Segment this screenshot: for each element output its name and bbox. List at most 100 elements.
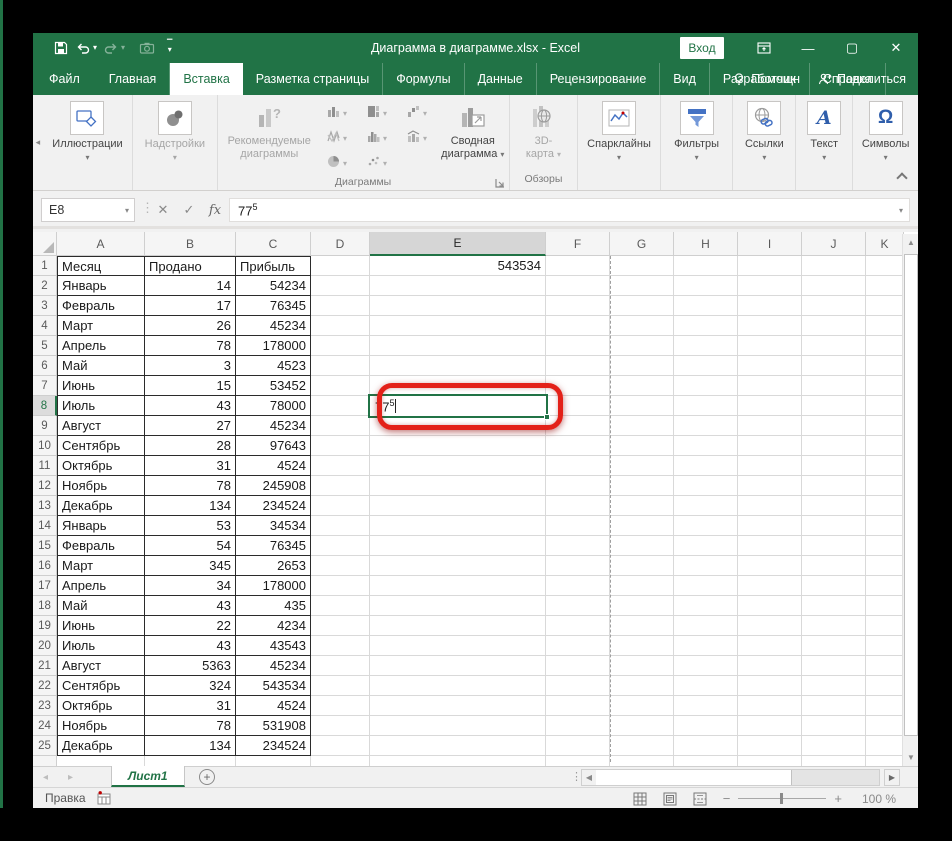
cell-K7[interactable] (866, 376, 904, 396)
cell-C9[interactable]: 45234 (236, 416, 311, 436)
cell-I24[interactable] (738, 716, 802, 736)
cell-G10[interactable] (610, 436, 674, 456)
cell-G4[interactable] (610, 316, 674, 336)
cell-C16[interactable]: 2653 (236, 556, 311, 576)
cell-E12[interactable] (370, 476, 546, 496)
cell-H8[interactable] (674, 396, 738, 416)
tab-2[interactable]: Вставка (170, 63, 243, 95)
cell-D8[interactable] (311, 396, 370, 416)
save-icon[interactable] (53, 40, 69, 56)
cell-D25[interactable] (311, 736, 370, 756)
row-header-17[interactable]: 17 (33, 576, 57, 596)
cell-K19[interactable] (866, 616, 904, 636)
row-header-6[interactable]: 6 (33, 356, 57, 376)
cell-G15[interactable] (610, 536, 674, 556)
cell-C25[interactable]: 234524 (236, 736, 311, 756)
sheet-nav-right-icon[interactable]: ▸ (68, 772, 73, 783)
cell-H20[interactable] (674, 636, 738, 656)
cell-C7[interactable]: 53452 (236, 376, 311, 396)
cell-E10[interactable] (370, 436, 546, 456)
cell-G7[interactable] (610, 376, 674, 396)
cell-I17[interactable] (738, 576, 802, 596)
cell-I18[interactable] (738, 596, 802, 616)
cell-D15[interactable] (311, 536, 370, 556)
cell-E11[interactable] (370, 456, 546, 476)
cell-E23[interactable] (370, 696, 546, 716)
cell-H18[interactable] (674, 596, 738, 616)
cell-E3[interactable] (370, 296, 546, 316)
column-header-I[interactable]: I (738, 232, 802, 256)
cell-F4[interactable] (546, 316, 610, 336)
cell-A10[interactable]: Сентябрь (57, 436, 145, 456)
formula-input[interactable]: 775 ▾ (229, 198, 910, 222)
row-header-15[interactable]: 15 (33, 536, 57, 556)
cell-I21[interactable] (738, 656, 802, 676)
cell-H4[interactable] (674, 316, 738, 336)
cell-B19[interactable]: 22 (145, 616, 236, 636)
cell-e8-edit-box[interactable]: 775 (368, 394, 550, 420)
cell-A12[interactable]: Ноябрь (57, 476, 145, 496)
cell-K22[interactable] (866, 676, 904, 696)
insert-function-icon[interactable]: fx (203, 198, 227, 222)
cell-B21[interactable]: 5363 (145, 656, 236, 676)
column-header-K[interactable]: K (866, 232, 904, 256)
cell-I23[interactable] (738, 696, 802, 716)
column-header-E[interactable]: E (370, 232, 546, 256)
cell-A4[interactable]: Март (57, 316, 145, 336)
cell-J15[interactable] (802, 536, 866, 556)
cell-A9[interactable]: Август (57, 416, 145, 436)
cell-E4[interactable] (370, 316, 546, 336)
tab-4[interactable]: Формулы (383, 63, 465, 95)
row-header-3[interactable]: 3 (33, 296, 57, 316)
cell-E14[interactable] (370, 516, 546, 536)
cell-H15[interactable] (674, 536, 738, 556)
cell-F25[interactable] (546, 736, 610, 756)
cell-C5[interactable]: 178000 (236, 336, 311, 356)
cell-J6[interactable] (802, 356, 866, 376)
cell-J2[interactable] (802, 276, 866, 296)
cell-E9[interactable] (370, 416, 546, 436)
cell-D13[interactable] (311, 496, 370, 516)
cell-B10[interactable]: 28 (145, 436, 236, 456)
cell-J16[interactable] (802, 556, 866, 576)
row-header-9[interactable]: 9 (33, 416, 57, 436)
cell-B16[interactable]: 345 (145, 556, 236, 576)
pivot-chart-button[interactable]: Сводная диаграмма ▾ (437, 99, 509, 163)
cell-F10[interactable] (546, 436, 610, 456)
cell-D24[interactable] (311, 716, 370, 736)
row-header-16[interactable]: 16 (33, 556, 57, 576)
cell-H5[interactable] (674, 336, 738, 356)
cell-B20[interactable]: 43 (145, 636, 236, 656)
cell-K24[interactable] (866, 716, 904, 736)
cell-F9[interactable] (546, 416, 610, 436)
cell-D12[interactable] (311, 476, 370, 496)
cell-E16[interactable] (370, 556, 546, 576)
cell-C18[interactable]: 435 (236, 596, 311, 616)
row-header-26[interactable] (33, 756, 57, 766)
cell-C19[interactable]: 4234 (236, 616, 311, 636)
cell-F1[interactable] (546, 256, 610, 276)
cell-A11[interactable]: Октябрь (57, 456, 145, 476)
cell-K3[interactable] (866, 296, 904, 316)
cell-E18[interactable] (370, 596, 546, 616)
maximize-button[interactable]: ▢ (830, 33, 874, 63)
cell-B22[interactable]: 324 (145, 676, 236, 696)
sparklines-button[interactable]: Спарклайны ▾ (581, 99, 657, 164)
row-header-11[interactable]: 11 (33, 456, 57, 476)
cell-A21[interactable]: Август (57, 656, 145, 676)
cell-K15[interactable] (866, 536, 904, 556)
cell-F20[interactable] (546, 636, 610, 656)
cell-G23[interactable] (610, 696, 674, 716)
cell-G20[interactable] (610, 636, 674, 656)
cell-J25[interactable] (802, 736, 866, 756)
cell-I11[interactable] (738, 456, 802, 476)
cell-K8[interactable] (866, 396, 904, 416)
cell-B13[interactable]: 134 (145, 496, 236, 516)
fill-handle[interactable] (544, 414, 550, 420)
cell-A6[interactable]: Май (57, 356, 145, 376)
cell-A25[interactable]: Декабрь (57, 736, 145, 756)
cell-H3[interactable] (674, 296, 738, 316)
cell-B7[interactable]: 15 (145, 376, 236, 396)
cell-E5[interactable] (370, 336, 546, 356)
scroll-up-icon[interactable]: ▲ (904, 235, 918, 250)
